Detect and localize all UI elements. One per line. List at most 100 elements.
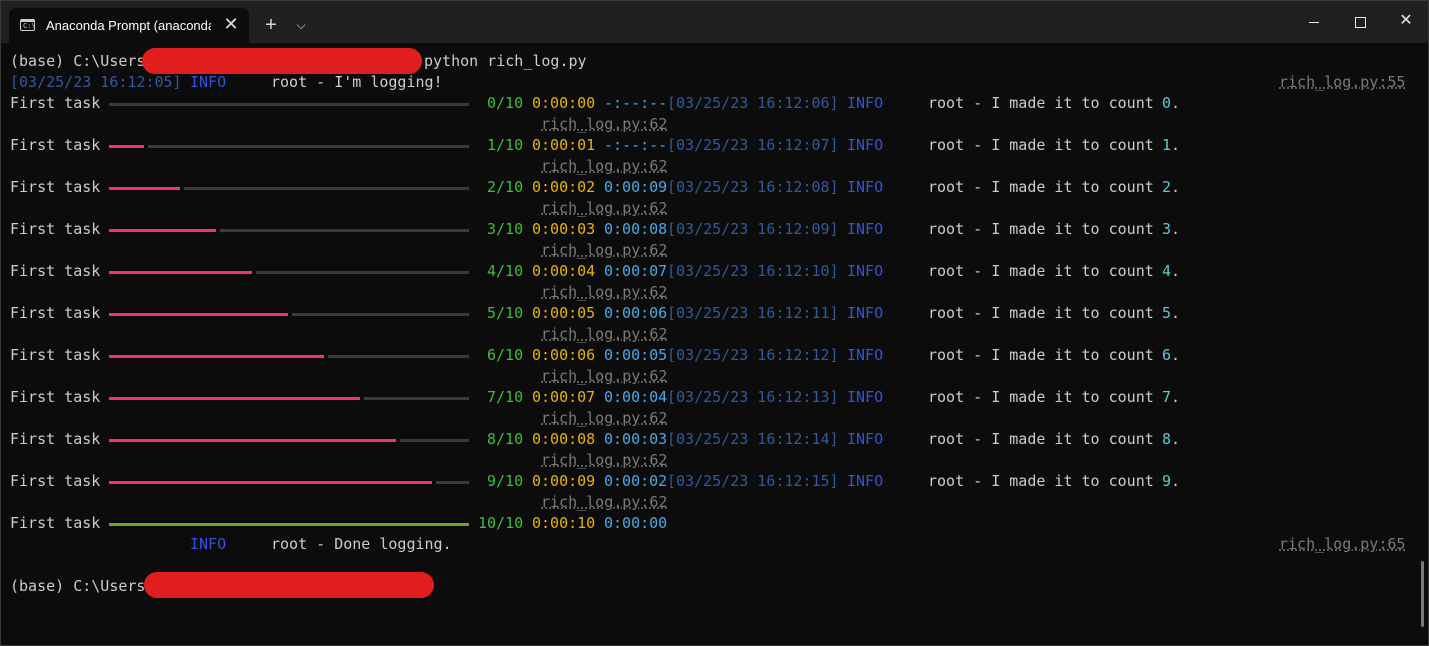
progress-count: 5/10 [487,304,524,322]
progress-count: 8/10 [487,430,524,448]
remaining-time: -:--:-- [604,94,668,112]
progress-bar-track [148,145,469,148]
remaining-time: 0:00:03 [604,430,668,448]
log-level: INFO [847,304,884,322]
prompt-prefix: (base) C:\Users [10,52,146,70]
count-number: 4 [1162,262,1172,280]
log-level: INFO [847,220,884,238]
period: . [1171,136,1181,154]
progress-bar-fill-segment [109,313,288,316]
progress-bar-fill-segment [109,355,324,358]
tab-title: Anaconda Prompt (anaconda3 [46,18,211,33]
log-source: rich_log.py:62 [541,325,668,343]
log-timestamp: [03/25/23 16:12:14] [667,430,839,448]
period: . [1171,472,1181,490]
period: . [1171,262,1181,280]
count-number: 7 [1162,388,1172,406]
elapsed-time: 0:00:06 [532,346,596,364]
log-level: INFO [190,535,227,553]
task-label: First task [10,178,101,196]
log-timestamp: [03/25/23 16:12:06] [667,94,839,112]
progress-bar-fill [109,439,396,442]
log-timestamp: [03/25/23 16:12:08] [667,178,839,196]
progress-bar-track [364,397,469,400]
task-label: First task [10,136,101,154]
elapsed-time: 0:00:07 [532,388,596,406]
count-number: 1 [1162,136,1172,154]
log-message: root - Done logging. [271,535,452,553]
count-number: 3 [1162,220,1172,238]
tab-anaconda-prompt[interactable]: C:\ Anaconda Prompt (anaconda3 ✕ [9,8,249,43]
progress-count: 10/10 [478,514,524,532]
new-tab-button[interactable]: + [259,13,283,37]
log-level: INFO [847,262,884,280]
progress-line: First task 3/10 0:00:03 0:00:08 [03/25/23 16… [10,219,1415,240]
task-label: First task [10,220,101,238]
log-message: root - I made it to count [928,178,1163,196]
elapsed-time: 0:00:01 [532,136,596,154]
log-timestamp: [03/25/23 16:12:09] [667,220,839,238]
progress-bar-track [436,481,469,484]
terminal-icon: C:\ [20,19,36,31]
minimize-button[interactable] [1291,1,1337,41]
progress-line: First task 5/10 0:00:05 0:00:06 [03/25/23 16… [10,303,1415,324]
terminal-output[interactable]: (base) C:\Users python rich_log.py [03/2… [10,48,1415,641]
task-label: First task [10,94,101,112]
progress-bar-fill-segment [109,481,432,484]
log-source: rich_log.py:62 [541,157,668,175]
progress-count: 3/10 [487,220,524,238]
elapsed-time: 0:00:08 [532,430,596,448]
close-tab-button[interactable]: ✕ [221,14,241,34]
log-line-start: [03/25/23 16:12:05] INFO root - I'm logg… [10,72,1415,93]
redaction-mark [144,572,434,598]
log-source: rich_log.py:62 [541,409,668,427]
count-number: 0 [1162,94,1172,112]
progress-count: 9/10 [487,472,524,490]
progress-line: First task 0/10 0:00:00 -:--:-- [03/25/23 16… [10,93,1415,114]
log-source-line: rich_log.py:62 [10,450,1415,471]
progress-line: First task 2/10 0:00:02 0:00:09 [03/25/23 16… [10,177,1415,198]
elapsed-time: 0:00:04 [532,262,596,280]
chevron-down-icon[interactable]: ⌵ [289,13,313,37]
period: . [1171,388,1181,406]
progress-bar-track [400,439,469,442]
log-message: root - I made it to count [928,220,1163,238]
progress-line: First task 8/10 0:00:08 0:00:03 [03/25/23 16… [10,429,1415,450]
log-message: root - I made it to count [928,346,1163,364]
elapsed-time: 0:00:09 [532,472,596,490]
progress-line: First task 7/10 0:00:07 0:00:04 [03/25/23 16… [10,387,1415,408]
log-level: INFO [847,472,884,490]
log-timestamp: [03/25/23 16:12:11] [667,304,839,322]
progress-count: 1/10 [487,136,524,154]
log-source: rich_log.py:55 [1279,73,1406,91]
task-label: First task [10,472,101,490]
progress-bar-fill [109,397,360,400]
progress-bar-track [220,229,469,232]
log-level: INFO [847,94,884,112]
close-window-button[interactable]: ✕ [1383,1,1428,41]
log-message: root - I made it to count [928,430,1163,448]
log-source-line: rich_log.py:62 [10,156,1415,177]
count-number: 2 [1162,178,1172,196]
task-label: First task [10,304,101,322]
period: . [1171,304,1181,322]
log-source-line: rich_log.py:62 [10,282,1415,303]
log-message: root - I made it to count [928,262,1163,280]
elapsed-time: 0:00:02 [532,178,596,196]
log-source-line: rich_log.py:62 [10,492,1415,513]
progress-bar-fill [109,229,216,232]
redaction-mark [142,48,422,74]
log-timestamp: [03/25/23 16:12:07] [667,136,839,154]
remaining-time: 0:00:02 [604,472,668,490]
progress-line: First task 6/10 0:00:06 0:00:05 [03/25/23 16… [10,345,1415,366]
progress-line: First task 1/10 0:00:01 -:--:-- [03/25/23 16… [10,135,1415,156]
log-message: root - I made it to count [928,136,1163,154]
scrollbar[interactable] [1421,561,1424,627]
maximize-button[interactable] [1337,1,1383,41]
progress-bar-track [256,271,469,274]
task-label: First task [10,430,101,448]
progress-bar-track [292,313,469,316]
elapsed-time: 0:00:00 [532,94,596,112]
progress-bar-fill [109,355,324,358]
progress-bar-fill [109,523,469,526]
